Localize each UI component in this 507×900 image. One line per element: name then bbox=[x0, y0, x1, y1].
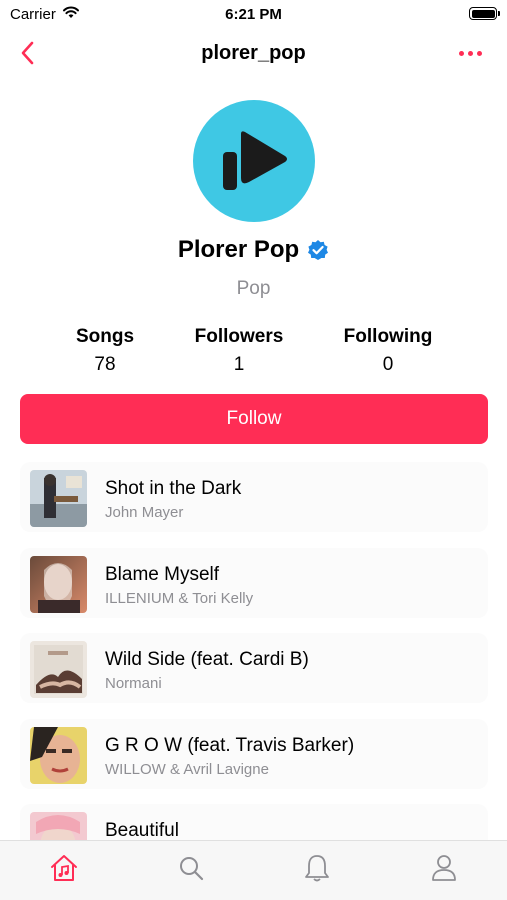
battery-icon bbox=[469, 7, 500, 20]
tab-search[interactable] bbox=[171, 851, 211, 885]
genre-label: Pop bbox=[236, 278, 271, 299]
page-title: plorer_pop bbox=[201, 42, 306, 64]
song-artist: John Mayer bbox=[105, 504, 184, 521]
song-title: Blame Myself bbox=[105, 563, 220, 585]
stat-followers-label: Followers bbox=[194, 326, 284, 347]
tab-profile[interactable] bbox=[424, 851, 464, 885]
verified-badge-icon bbox=[308, 240, 329, 260]
avatar bbox=[193, 100, 315, 222]
song-row[interactable]: G R O W (feat. Travis Barker) WILLOW & A… bbox=[20, 718, 488, 789]
more-options-button[interactable] bbox=[455, 40, 485, 66]
song-list: Shot in the Dark John Mayer Blame Myself… bbox=[20, 462, 488, 890]
song-artist: WILLOW & Avril Lavigne bbox=[105, 760, 269, 778]
album-art bbox=[30, 726, 87, 784]
tab-bar bbox=[0, 840, 507, 900]
song-title: Shot in the Dark bbox=[105, 478, 242, 499]
album-art bbox=[30, 641, 87, 698]
stat-followers[interactable]: Followers 1 bbox=[159, 326, 319, 376]
profile-name: Plorer Pop bbox=[177, 236, 300, 263]
clock: 6:21 PM bbox=[225, 6, 282, 23]
profile-name-row: Plorer Pop bbox=[0, 236, 507, 264]
stat-following-label: Following bbox=[343, 326, 433, 347]
navigation-bar: plorer_pop bbox=[0, 28, 507, 78]
tab-home[interactable] bbox=[44, 851, 84, 885]
bell-icon bbox=[305, 855, 329, 882]
home-music-icon bbox=[51, 855, 77, 881]
song-artist: ILLENIUM & Tori Kelly bbox=[105, 589, 254, 607]
song-title: Wild Side (feat. Cardi B) bbox=[105, 649, 309, 670]
stat-following-value: 0 bbox=[382, 354, 394, 375]
status-bar: Carrier 6:21 PM bbox=[0, 0, 507, 28]
song-row[interactable]: Blame Myself ILLENIUM & Tori Kelly bbox=[20, 547, 488, 618]
album-art bbox=[30, 470, 87, 527]
song-title: Beautiful bbox=[105, 820, 179, 841]
song-row[interactable]: Wild Side (feat. Cardi B) Normani bbox=[20, 633, 488, 703]
ellipsis-icon bbox=[458, 50, 464, 56]
person-icon bbox=[432, 855, 456, 881]
follow-button[interactable]: Follow bbox=[20, 394, 488, 444]
stat-followers-value: 1 bbox=[233, 354, 245, 375]
song-artist: Normani bbox=[105, 675, 162, 692]
stat-following[interactable]: Following 0 bbox=[308, 326, 468, 376]
song-row[interactable]: Shot in the Dark John Mayer bbox=[20, 462, 488, 532]
tab-notifications[interactable] bbox=[297, 851, 337, 885]
search-icon bbox=[180, 857, 204, 881]
play-logo-icon bbox=[223, 131, 287, 190]
album-art bbox=[30, 555, 87, 613]
song-title: G R O W (feat. Travis Barker) bbox=[105, 734, 355, 756]
